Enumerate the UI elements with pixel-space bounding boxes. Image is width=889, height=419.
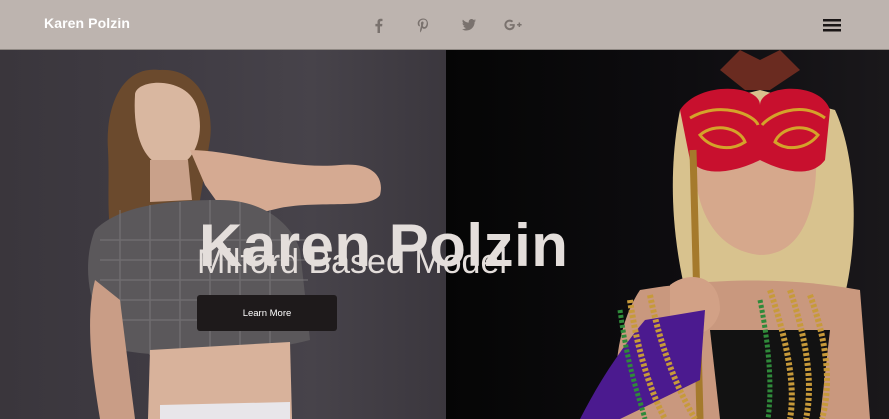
google-plus-icon[interactable]: [502, 15, 524, 35]
top-nav-bar: Karen Polzin: [0, 0, 889, 50]
left-model-neck: [150, 160, 192, 202]
right-model-feathers: [720, 50, 800, 90]
learn-more-button[interactable]: Learn More: [197, 295, 337, 331]
facebook-icon[interactable]: [370, 15, 386, 35]
hero-subtitle: Milford Based Model: [197, 243, 507, 281]
site-brand[interactable]: Karen Polzin: [44, 15, 130, 31]
pinterest-icon[interactable]: [414, 15, 432, 35]
hamburger-menu-icon[interactable]: [821, 16, 843, 34]
twitter-icon[interactable]: [460, 15, 478, 35]
hero-section: Karen Polzin Milford Based Model Learn M…: [0, 50, 889, 419]
